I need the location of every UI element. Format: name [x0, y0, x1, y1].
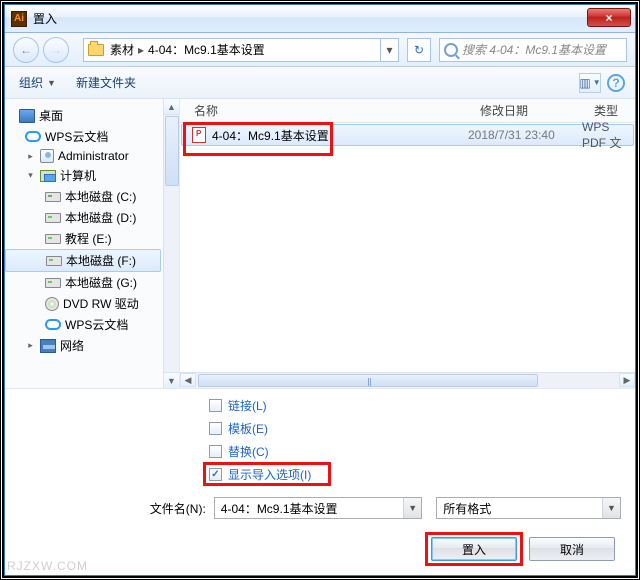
- file-header: 名称 修改日期 类型: [180, 99, 635, 123]
- pdf-icon: [192, 127, 206, 143]
- search-placeholder: 搜索 4-04：Mc9.1基本设置: [462, 41, 606, 58]
- nav-back-button[interactable]: ←: [13, 37, 39, 63]
- checkbox[interactable]: [209, 445, 222, 458]
- watermark: RJZXW.COM: [7, 559, 88, 573]
- col-date[interactable]: 修改日期: [466, 102, 580, 119]
- tree-desktop[interactable]: 桌面: [5, 105, 179, 126]
- checkbox[interactable]: [209, 422, 222, 435]
- filter-combo[interactable]: 所有格式 ▼: [436, 497, 621, 519]
- cloud-icon: [45, 319, 61, 330]
- tree-dvd[interactable]: DVD RW 驱动: [5, 293, 179, 314]
- close-button[interactable]: ×: [587, 8, 631, 27]
- search-icon: [444, 43, 458, 57]
- filter-value: 所有格式: [443, 500, 491, 517]
- drive-icon: [45, 192, 61, 202]
- search-input[interactable]: 搜索 4-04：Mc9.1基本设置: [439, 38, 627, 62]
- path-box[interactable]: 素材 ▸ 4-04：Mc9.1基本设置 ▾: [83, 38, 399, 62]
- scroll-up-arrow-icon[interactable]: ▲: [164, 99, 179, 115]
- filename-row: 文件名(N): 4-04：Mc9.1基本设置 ▼ 所有格式 ▼: [139, 497, 621, 519]
- option-template[interactable]: 模板(E): [209, 420, 621, 437]
- help-button[interactable]: ?: [607, 74, 625, 92]
- tree-drive-d[interactable]: 本地磁盘 (D:): [5, 207, 179, 228]
- scroll-right-arrow-icon[interactable]: ▶: [619, 373, 635, 387]
- tree-drive-f[interactable]: 本地磁盘 (F:): [5, 249, 161, 272]
- file-row[interactable]: 4-04：Mc9.1基本设置 2018/7/31 23:40 WPS PDF 文: [181, 124, 634, 146]
- scroll-thumb[interactable]: [165, 116, 179, 186]
- tree-drive-g[interactable]: 本地磁盘 (G:): [5, 272, 179, 293]
- expander-icon[interactable]: ▸: [25, 340, 36, 351]
- filename-value: 4-04：Mc9.1基本设置: [221, 500, 338, 517]
- cancel-button[interactable]: 取消: [529, 537, 615, 561]
- tree-scrollbar[interactable]: ▲ ▼: [163, 99, 179, 388]
- chevron-down-icon: ▾: [386, 43, 392, 57]
- folder-icon: [88, 44, 104, 56]
- tree-network[interactable]: ▸网络: [5, 335, 179, 356]
- drive-icon: [45, 234, 61, 244]
- col-name[interactable]: 名称: [180, 102, 466, 119]
- checkbox[interactable]: [209, 468, 222, 481]
- tree-drive-c[interactable]: 本地磁盘 (C:): [5, 186, 179, 207]
- dvd-icon: [45, 297, 59, 311]
- checkbox[interactable]: [209, 399, 222, 412]
- help-icon: ?: [612, 76, 619, 90]
- bottom-panel: 链接(L) 模板(E) 替换(C) 显示导入选项(I) 文件名(N): 4-04…: [5, 389, 635, 571]
- refresh-button[interactable]: ↻: [407, 38, 431, 62]
- tree-wps2[interactable]: WPS云文档: [5, 314, 179, 335]
- nav-bar: ← → 素材 ▸ 4-04：Mc9.1基本设置 ▾ ↻ 搜索 4-04：Mc9.…: [5, 33, 635, 67]
- nav-forward-button[interactable]: →: [43, 37, 69, 63]
- title-bar: Ai 置入 ×: [5, 5, 635, 33]
- drive-icon: [45, 213, 61, 223]
- app-icon: Ai: [11, 11, 27, 27]
- option-show-import[interactable]: 显示导入选项(I): [209, 466, 621, 483]
- path-segment-2[interactable]: 4-04：Mc9.1基本设置: [148, 41, 265, 58]
- file-date: 2018/7/31 23:40: [468, 128, 555, 142]
- chevron-down-icon: ▼: [47, 78, 56, 88]
- path-dropdown-button[interactable]: ▾: [380, 39, 398, 61]
- scroll-left-arrow-icon[interactable]: ◀: [180, 373, 196, 387]
- organize-menu[interactable]: 组织▼: [19, 74, 56, 91]
- tree-wps[interactable]: WPS云文档: [5, 126, 179, 147]
- toolbar: 组织▼ 新建文件夹 ▥▼ ?: [5, 67, 635, 99]
- expander-icon[interactable]: ▸: [25, 151, 36, 162]
- computer-icon: [40, 170, 56, 182]
- main-area: 桌面 WPS云文档 ▸Administrator ▾计算机 本地磁盘 (C:) …: [5, 99, 635, 389]
- forward-arrow-icon: →: [50, 43, 62, 57]
- tree-admin[interactable]: ▸Administrator: [5, 147, 179, 165]
- path-segment-1[interactable]: 素材: [110, 41, 134, 58]
- place-button[interactable]: 置入: [431, 537, 517, 561]
- view-button[interactable]: ▥▼: [579, 73, 601, 93]
- button-row: 置入 取消: [19, 537, 615, 561]
- filename-label: 文件名(N):: [139, 500, 206, 517]
- tree-panel: 桌面 WPS云文档 ▸Administrator ▾计算机 本地磁盘 (C:) …: [5, 99, 180, 388]
- chevron-down-icon[interactable]: ▼: [602, 498, 620, 518]
- scroll-down-arrow-icon[interactable]: ▼: [164, 372, 179, 388]
- desktop-icon: [19, 109, 35, 123]
- col-type[interactable]: 类型: [580, 102, 618, 119]
- drive-icon: [45, 278, 61, 288]
- cloud-icon: [25, 131, 41, 142]
- chevron-down-icon[interactable]: ▼: [403, 498, 421, 518]
- new-folder-button[interactable]: 新建文件夹: [76, 74, 136, 91]
- drive-icon: [46, 256, 62, 266]
- filename-combo[interactable]: 4-04：Mc9.1基本设置 ▼: [214, 497, 422, 519]
- window-title: 置入: [33, 10, 57, 27]
- view-icon: ▥: [579, 76, 590, 90]
- option-replace[interactable]: 替换(C): [209, 443, 621, 460]
- expander-icon[interactable]: ▾: [25, 170, 36, 181]
- tree-drive-e[interactable]: 教程 (E:): [5, 228, 179, 249]
- tree-computer[interactable]: ▾计算机: [5, 165, 179, 186]
- back-arrow-icon: ←: [20, 43, 32, 57]
- refresh-icon: ↻: [414, 43, 424, 57]
- file-type: WPS PDF 文: [582, 120, 633, 151]
- network-icon: [40, 339, 56, 353]
- file-hscrollbar[interactable]: ◀ ▶: [180, 372, 635, 388]
- path-sep-icon: ▸: [138, 43, 144, 57]
- file-list-panel: 名称 修改日期 类型 4-04：Mc9.1基本设置 2018/7/31 23:4…: [180, 99, 635, 388]
- option-link[interactable]: 链接(L): [209, 397, 621, 414]
- chevron-down-icon: ▼: [593, 78, 601, 87]
- scroll-thumb[interactable]: [198, 374, 538, 387]
- file-name: 4-04：Mc9.1基本设置: [212, 127, 329, 144]
- user-icon: [40, 149, 54, 163]
